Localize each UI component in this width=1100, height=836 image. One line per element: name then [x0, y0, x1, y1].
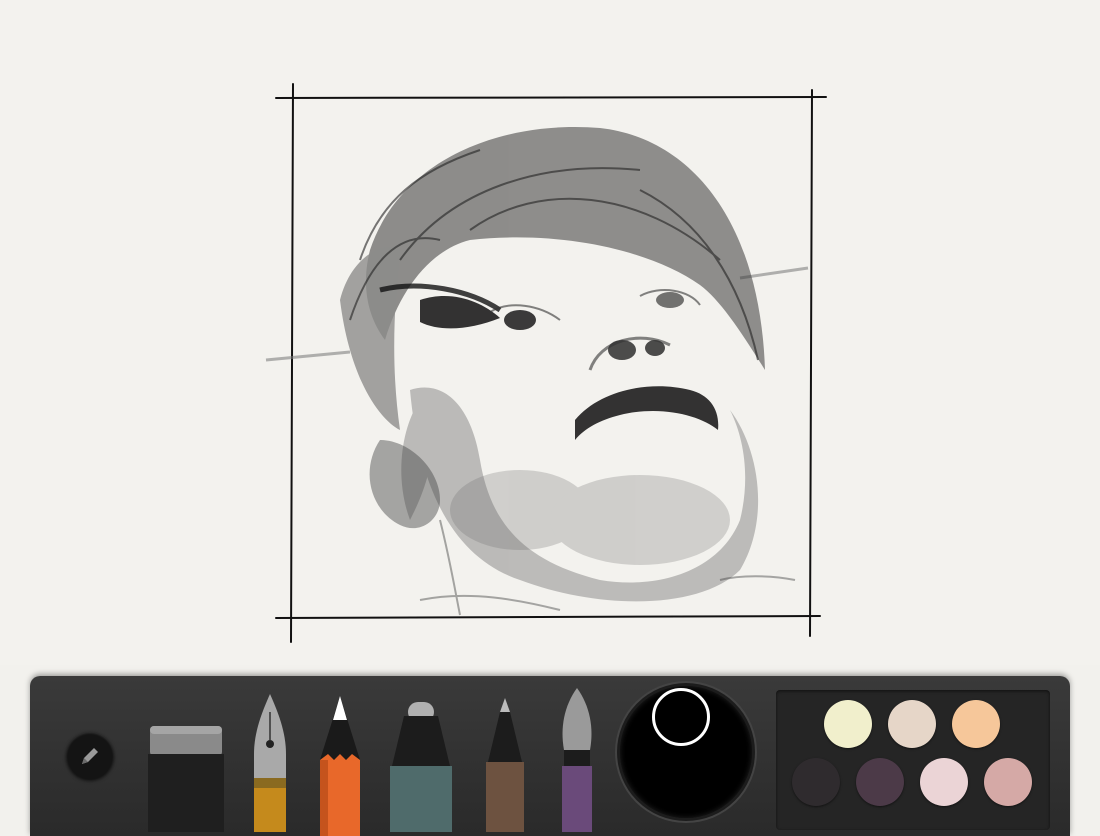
swatch-plum[interactable] — [856, 758, 904, 806]
swatch-beige[interactable] — [888, 700, 936, 748]
pencil-icon — [82, 748, 98, 764]
brush-tool[interactable] — [556, 688, 598, 832]
eraser-tool[interactable] — [148, 722, 224, 832]
color-palette — [776, 690, 1050, 830]
swatch-charcoal[interactable] — [792, 758, 840, 806]
marker-tool[interactable] — [388, 702, 454, 832]
swatch-peach[interactable] — [952, 700, 1000, 748]
fountain-pen-tool[interactable] — [248, 692, 292, 832]
color-picker-wheel[interactable] — [620, 686, 752, 818]
pen-tool[interactable] — [482, 698, 528, 832]
sketch-drawing — [265, 83, 827, 643]
current-color-indicator[interactable] — [652, 688, 710, 746]
pencil-mode-button[interactable] — [66, 732, 114, 780]
swatch-cream[interactable] — [824, 700, 872, 748]
drawing-canvas[interactable] — [0, 0, 1100, 665]
tool-palette — [30, 676, 1070, 836]
swatch-rose[interactable] — [984, 758, 1032, 806]
swatch-pale-pink[interactable] — [920, 758, 968, 806]
pencil-tool[interactable] — [316, 696, 364, 836]
